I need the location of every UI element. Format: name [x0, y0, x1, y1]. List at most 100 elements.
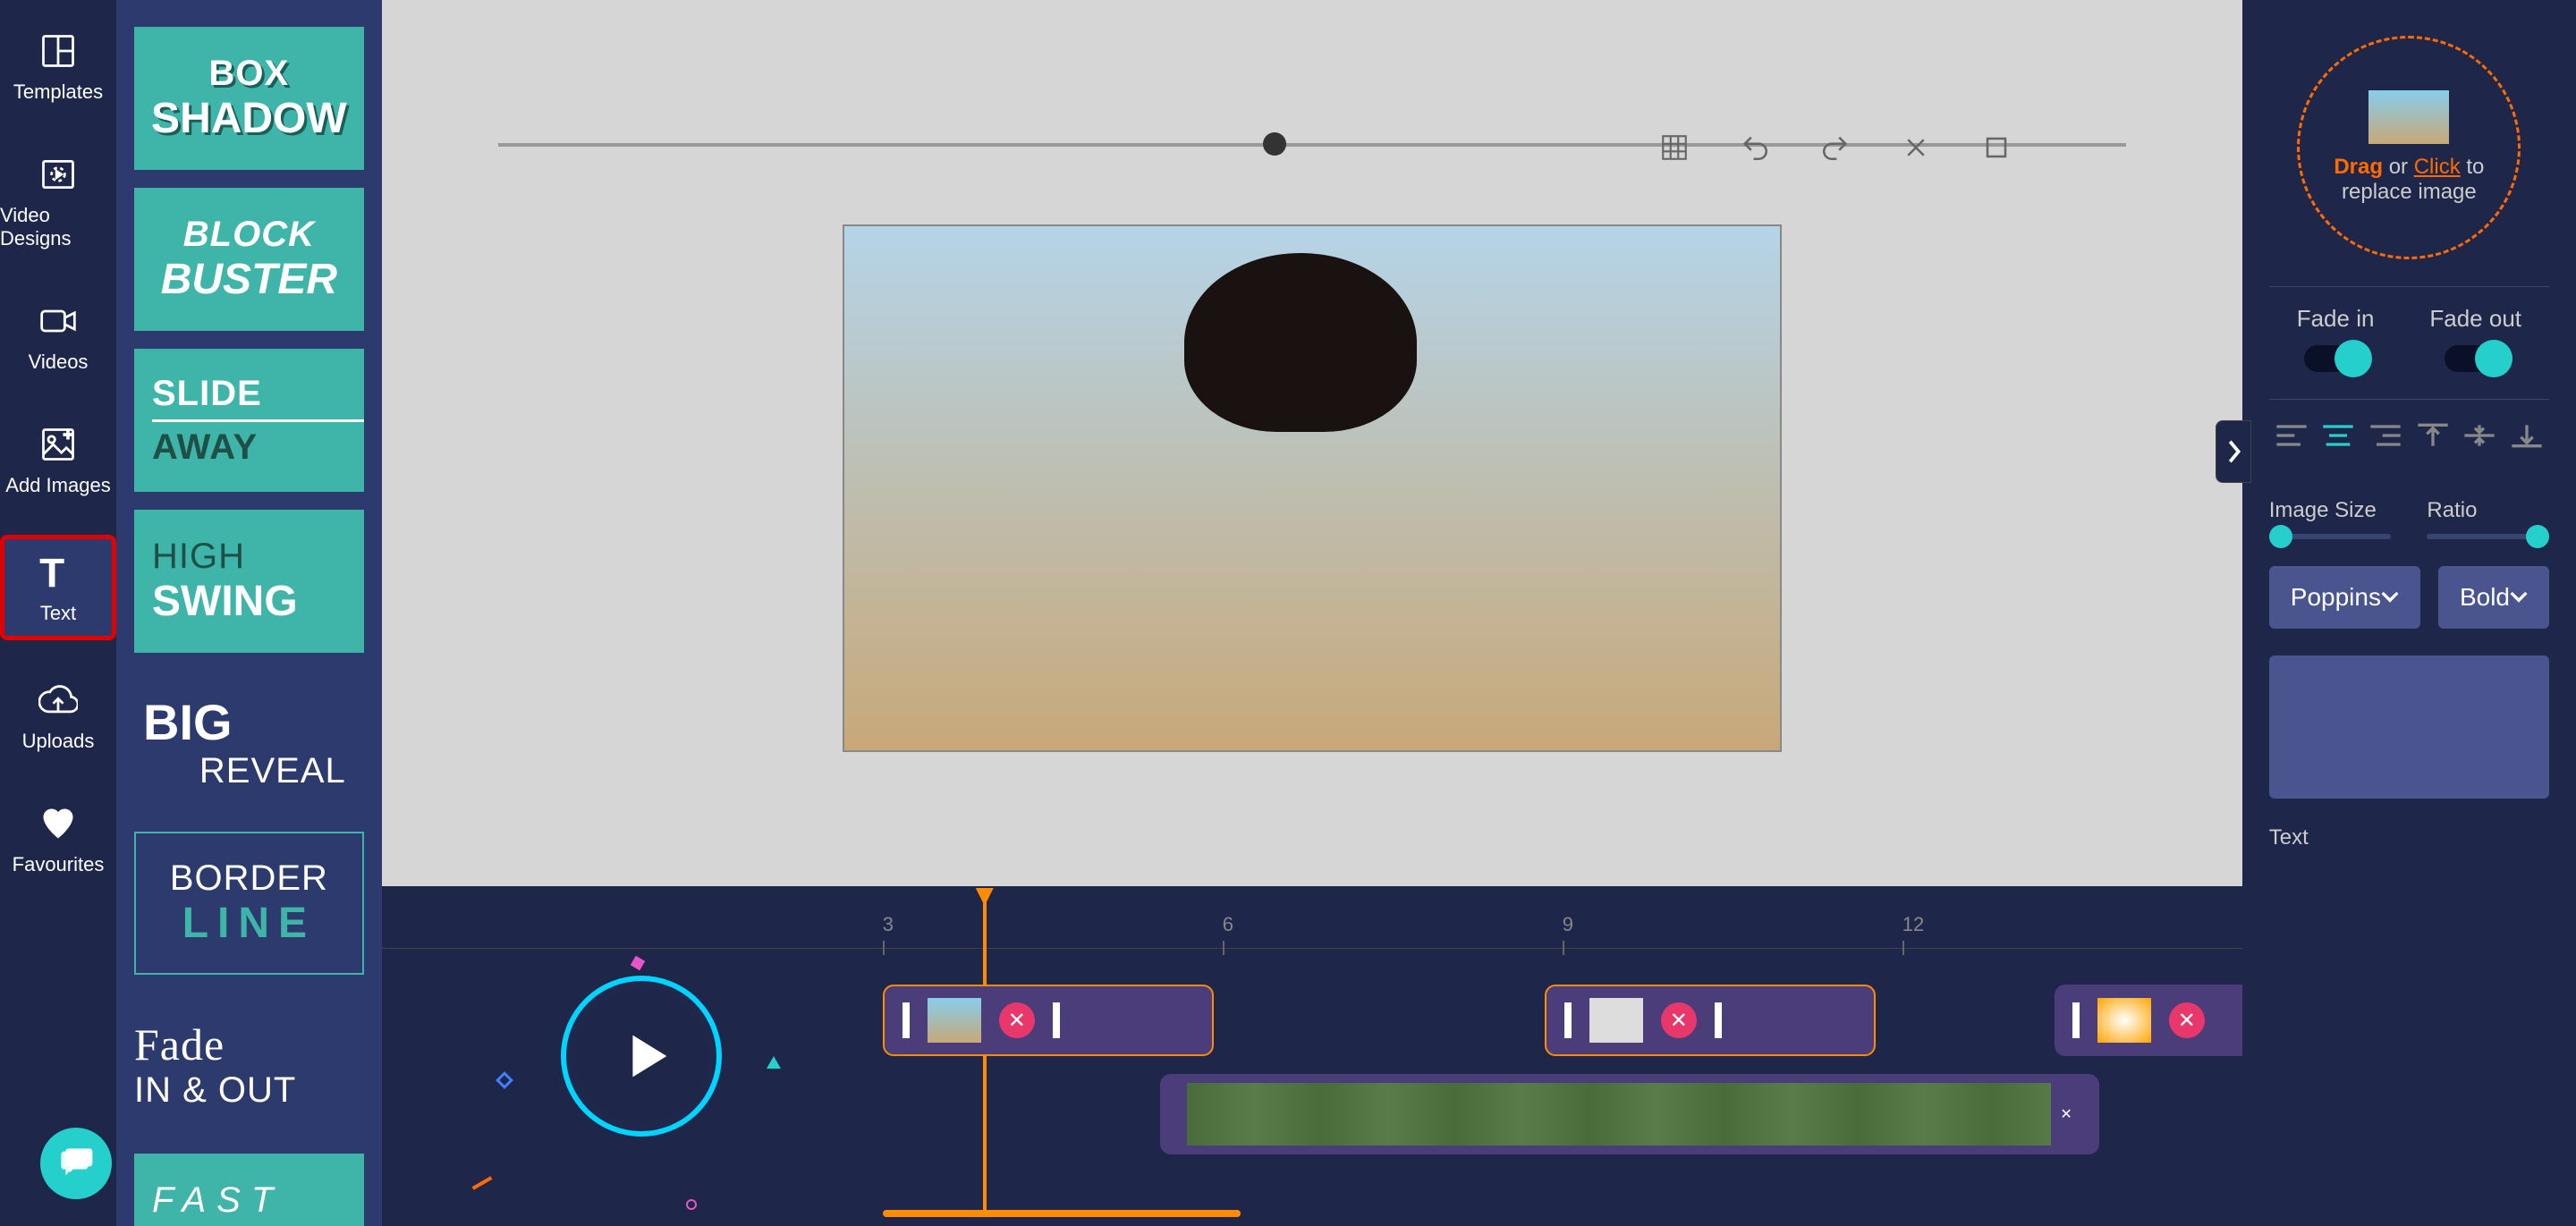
image-size-label: Image Size — [2269, 498, 2392, 523]
fade-out-toggle[interactable] — [2445, 345, 2507, 372]
timeline-ruler[interactable]: 3 6 9 12 — [382, 913, 2242, 949]
nav-videos[interactable]: Videos — [0, 288, 116, 385]
collapse-panel-button[interactable] — [373, 608, 382, 671]
grid-icon[interactable] — [1657, 130, 1692, 165]
nav-text[interactable]: T Text — [0, 535, 116, 640]
text-section-label: Text — [2269, 825, 2549, 850]
text-style-box-shadow[interactable]: BOX SHADOW — [134, 27, 364, 170]
clip-thumb — [1589, 998, 1643, 1043]
nav-label: Add Images — [5, 474, 110, 497]
timeline-tick: 6 — [1223, 913, 1563, 948]
left-nav: Templates Video Designs Videos Add Image… — [0, 0, 116, 1226]
video-designs-icon — [36, 152, 80, 197]
image-size-slider[interactable] — [2269, 534, 2392, 539]
chevron-down-icon — [2510, 591, 2528, 604]
nav-uploads[interactable]: Uploads — [0, 667, 116, 764]
clip-delete-button[interactable]: ✕ — [999, 1002, 1035, 1038]
nav-label: Favourites — [13, 853, 105, 876]
play-button[interactable] — [561, 976, 722, 1137]
align-center-button[interactable] — [2316, 418, 2360, 453]
font-weight-select[interactable]: Bold — [2438, 566, 2549, 629]
videos-icon — [36, 299, 80, 343]
canvas-toolbar — [1657, 130, 2014, 165]
clip-grip-left[interactable] — [1564, 1002, 1572, 1038]
nav-add-images[interactable]: Add Images — [0, 411, 116, 508]
chevron-down-icon — [2381, 591, 2399, 604]
clip-delete-button[interactable]: ✕ — [2060, 1105, 2072, 1123]
nav-label: Videos — [29, 351, 89, 374]
text-styles-panel: BOX SHADOW BLOCK BUSTER SLIDE AWAY HIGH … — [116, 0, 382, 1226]
text-style-border-line[interactable]: BORDER LINE — [134, 832, 364, 975]
fade-out-label: Fade out — [2429, 305, 2521, 333]
timeline-video-clip[interactable]: ✕ — [1160, 1074, 2099, 1154]
fade-in-toggle[interactable] — [2304, 345, 2367, 372]
nav-label: Templates — [13, 80, 103, 104]
timeline-tick: 12 — [1902, 913, 2242, 948]
decoration — [471, 1176, 492, 1189]
undo-icon[interactable] — [1737, 130, 1773, 165]
clip-frames — [1187, 1083, 2052, 1146]
replace-click-link[interactable]: Click — [2414, 155, 2461, 179]
nav-label: Video Designs — [0, 204, 116, 250]
chat-button[interactable] — [40, 1128, 112, 1199]
uploads-icon — [36, 678, 80, 723]
preview-image[interactable] — [843, 224, 1782, 752]
nav-label: Text — [40, 602, 76, 625]
canvas-area: 3 6 9 12 ✕ ✕ — [382, 0, 2242, 1226]
text-style-block-buster[interactable]: BLOCK BUSTER — [134, 188, 364, 331]
text-icon: T — [36, 550, 80, 595]
size-controls: Image Size Ratio — [2269, 498, 2549, 539]
favourites-icon — [36, 801, 80, 846]
replace-image-dropzone[interactable]: Drag or Click to replace image — [2297, 36, 2521, 259]
clip-thumb — [928, 998, 981, 1043]
slider-knob[interactable] — [1263, 132, 1286, 156]
decoration — [686, 1199, 697, 1210]
ratio-slider[interactable] — [2427, 534, 2549, 539]
align-bottom-button[interactable] — [2504, 418, 2549, 453]
clip-delete-button[interactable]: ✕ — [1661, 1002, 1697, 1038]
nav-video-designs[interactable]: Video Designs — [0, 141, 116, 261]
timeline-clip[interactable]: ✕ — [1545, 985, 1876, 1056]
timeline: 3 6 9 12 ✕ ✕ — [382, 886, 2242, 1226]
text-style-fade-in-out[interactable]: Fade IN & OUT — [134, 993, 364, 1136]
templates-icon — [36, 29, 80, 73]
fade-controls: Fade in Fade out — [2269, 286, 2549, 372]
decoration — [631, 956, 645, 970]
timeline-clip[interactable]: ✕ — [883, 985, 1214, 1056]
font-controls: Poppins Bold — [2269, 566, 2549, 629]
redo-icon[interactable] — [1818, 130, 1853, 165]
nav-templates[interactable]: Templates — [0, 18, 116, 114]
crop-icon[interactable] — [1979, 130, 2014, 165]
clip-delete-button[interactable]: ✕ — [2169, 1002, 2205, 1038]
text-content-input[interactable] — [2269, 655, 2549, 799]
expand-panel-button[interactable] — [2216, 420, 2251, 483]
fade-in-label: Fade in — [2297, 305, 2375, 333]
clip-grip-right[interactable] — [1053, 1002, 1060, 1038]
decoration — [496, 1071, 513, 1089]
close-icon[interactable] — [1898, 130, 1934, 165]
replace-text: Drag or Click to replace image — [2300, 155, 2518, 205]
replace-thumb — [2368, 90, 2449, 144]
decoration — [767, 1056, 781, 1069]
canvas[interactable] — [382, 0, 2242, 886]
timeline-tick: 3 — [883, 913, 1223, 948]
text-style-fast-fill[interactable]: FAST FILL — [134, 1154, 364, 1226]
svg-text:T: T — [39, 551, 64, 595]
nav-label: Uploads — [22, 730, 95, 753]
timeline-scrollbar[interactable] — [883, 1210, 1241, 1217]
align-right-button[interactable] — [2363, 418, 2408, 453]
align-left-button[interactable] — [2269, 418, 2314, 453]
align-middle-button[interactable] — [2457, 418, 2502, 453]
text-style-high-swing[interactable]: HIGH SWING — [134, 510, 364, 653]
clip-grip-right[interactable] — [1715, 1002, 1722, 1038]
clip-grip-left[interactable] — [902, 1002, 910, 1038]
nav-favourites[interactable]: Favourites — [0, 791, 116, 887]
add-images-icon — [36, 422, 80, 467]
font-family-select[interactable]: Poppins — [2269, 566, 2420, 629]
align-top-button[interactable] — [2411, 418, 2455, 453]
clip-grip-left[interactable] — [2072, 1002, 2080, 1038]
text-style-big-reveal[interactable]: BIG REVEAL — [134, 671, 364, 814]
align-controls — [2269, 399, 2549, 471]
ratio-label: Ratio — [2427, 498, 2549, 523]
text-style-slide-away[interactable]: SLIDE AWAY — [134, 349, 364, 492]
